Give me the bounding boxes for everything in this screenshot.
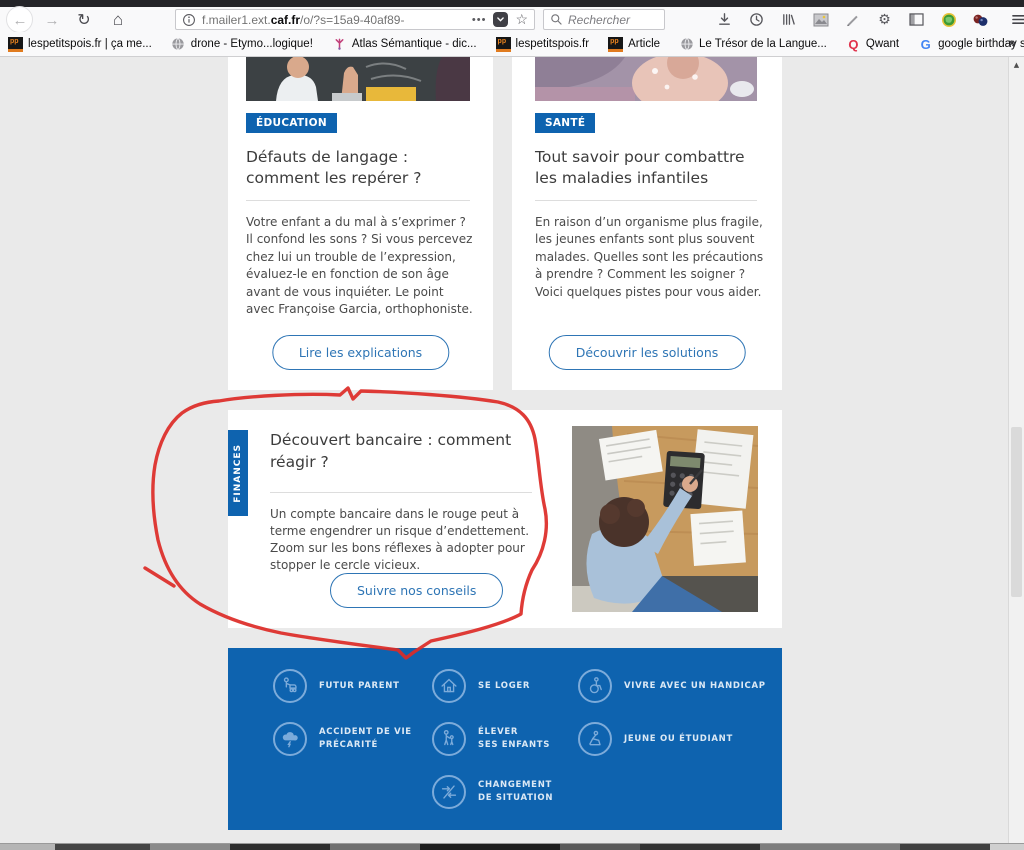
reload-button[interactable]: ↻ (74, 10, 94, 30)
url-domain: caf.fr (271, 13, 300, 27)
article-title: Tout savoir pour combattre les maladies … (535, 147, 745, 189)
bookmark-item[interactable]: lespetitspois.fr (496, 37, 590, 52)
globe-extension-icon[interactable] (940, 11, 957, 28)
article-body: Votre enfant a du mal à s’exprimer ? Il … (246, 214, 473, 318)
bookmark-label: Le Trésor de la Langue... (699, 38, 827, 50)
page-actions-icon[interactable]: ••• (472, 14, 487, 26)
gear-extension-icon[interactable]: ⚙ (876, 11, 893, 28)
footer-item-label: SE LOGER (478, 680, 530, 693)
footer-item-label: ÉLEVER SES ENFANTS (478, 726, 550, 752)
library-icon[interactable] (780, 11, 797, 28)
finances-tab: FINANCES (228, 430, 248, 516)
footer-item-accident[interactable]: ACCIDENT DE VIE PRÉCARITÉ (273, 722, 412, 756)
sidebar-toggle-icon[interactable] (908, 11, 925, 28)
footer-item-label: VIVRE AVEC UN HANDICAP (624, 680, 766, 693)
bookmark-label: drone - Etymo...logique! (191, 38, 313, 50)
download-icon[interactable] (716, 11, 733, 28)
colored-balls-extension-icon[interactable] (972, 11, 989, 28)
footer-item-label: FUTUR PARENT (319, 680, 400, 693)
bookmark-label: Qwant (866, 38, 899, 50)
classroom-photo (246, 57, 470, 101)
pocket-icon[interactable] (493, 12, 508, 27)
url-path: /o/?s=15a9-40af89- (300, 13, 404, 27)
house-icon (432, 669, 466, 703)
category-badge: SANTÉ (535, 113, 595, 133)
parent-child-icon (432, 722, 466, 756)
home-button[interactable]: ⌂ (108, 10, 128, 30)
themes-footer: FUTUR PARENT SE LOGER VIVRE AVEC UN HAND… (228, 648, 782, 830)
article-favicon (608, 37, 623, 52)
footer-item-label: CHANGEMENT DE SITUATION (478, 779, 553, 805)
screenshot-extension-icon[interactable] (812, 11, 829, 28)
lespetitspois-favicon (8, 37, 23, 52)
bookmark-star-icon[interactable]: ☆ (515, 11, 528, 28)
bookmark-item[interactable]: lespetitspois.fr | ça me... (8, 37, 152, 52)
bookmark-item[interactable]: Qwant (846, 37, 899, 52)
globe-favicon (679, 37, 694, 52)
budget-calculator-photo (572, 426, 758, 612)
vertical-scrollbar[interactable]: ▲ (1008, 57, 1024, 843)
article-title: Défauts de langage : comment les repérer… (246, 147, 421, 189)
footer-item-label: ACCIDENT DE VIE PRÉCARITÉ (319, 726, 412, 752)
bookmark-label: lespetitspois.fr | ça me... (28, 38, 152, 50)
scrollbar-thumb[interactable] (1011, 427, 1022, 597)
article-card-sante: SANTÉ Tout savoir pour combattre les mal… (512, 57, 782, 390)
article-card-finances: FINANCES Découvert bancaire : comment ré… (228, 410, 782, 628)
stroller-icon (273, 669, 307, 703)
footer-item-jeune[interactable]: JEUNE OU ÉTUDIANT (578, 722, 733, 756)
google-favicon (918, 37, 933, 52)
bookmarks-overflow-chevron[interactable]: » (1008, 34, 1016, 50)
divider (246, 200, 470, 201)
discover-solutions-button[interactable]: Découvrir les solutions (549, 335, 746, 370)
bookmark-item[interactable]: Le Trésor de la Langue... (679, 37, 827, 52)
swap-arrows-icon (432, 775, 466, 809)
footer-item-label: JEUNE OU ÉTUDIANT (624, 733, 733, 746)
follow-advice-button[interactable]: Suivre nos conseils (330, 573, 503, 608)
search-input[interactable]: Rechercher (543, 9, 665, 30)
wheelchair-icon (578, 669, 612, 703)
category-badge: ÉDUCATION (246, 113, 337, 133)
footer-item-changement[interactable]: CHANGEMENT DE SITUATION (432, 775, 553, 809)
article-card-education: ÉDUCATION Défauts de langage : comment l… (228, 57, 493, 390)
footer-item-futur-parent[interactable]: FUTUR PARENT (273, 669, 400, 703)
article-body: Un compte bancaire dans le rouge peut à … (270, 506, 529, 574)
article-body: En raison d’un organisme plus fragile, l… (535, 214, 763, 301)
menu-hamburger-icon[interactable] (1010, 11, 1024, 28)
bookmark-item[interactable]: Article (608, 37, 660, 52)
search-placeholder: Rechercher (568, 13, 630, 27)
url-bar[interactable]: f.mailer1.ext.caf.fr/o/?s=15a9-40af89- •… (175, 9, 535, 30)
window-tab-strip (0, 0, 1024, 7)
history-clock-icon[interactable] (748, 11, 765, 28)
divider (270, 492, 532, 493)
qwant-favicon (846, 37, 861, 52)
search-icon (550, 13, 563, 26)
atlas-favicon (332, 37, 347, 52)
bookmark-label: Atlas Sémantique - dic... (352, 38, 477, 50)
article-title: Découvert bancaire : comment réagir ? (270, 430, 511, 473)
back-button[interactable]: ← (10, 10, 30, 30)
lespetitspois-favicon (496, 37, 511, 52)
footer-item-handicap[interactable]: VIVRE AVEC UN HANDICAP (578, 669, 766, 703)
baby-bath-photo (535, 57, 757, 101)
pen-extension-icon[interactable] (844, 11, 861, 28)
globe-favicon (171, 37, 186, 52)
bookmark-label: lespetitspois.fr (516, 38, 590, 50)
forward-button[interactable]: → (42, 10, 62, 30)
footer-item-se-loger[interactable]: SE LOGER (432, 669, 530, 703)
bookmarks-bar: lespetitspois.fr | ça me... drone - Etym… (0, 32, 1024, 57)
browser-toolbar: ← → ↻ ⌂ f.mailer1.ext.caf.fr/o/?s=15a9-4… (0, 7, 1024, 32)
scroll-up-arrow[interactable]: ▲ (1009, 61, 1024, 69)
bookmark-item[interactable]: Atlas Sémantique - dic... (332, 37, 477, 52)
bookmark-item[interactable]: drone - Etymo...logique! (171, 37, 313, 52)
footer-item-elever[interactable]: ÉLEVER SES ENFANTS (432, 722, 550, 756)
read-explanations-button[interactable]: Lire les explications (272, 335, 449, 370)
background-window-strip (0, 843, 1024, 850)
student-icon (578, 722, 612, 756)
bookmark-label: Article (628, 38, 660, 50)
storm-cloud-icon (273, 722, 307, 756)
url-prefix: f.mailer1.ext. (202, 13, 271, 27)
page-viewport: ÉDUCATION Défauts de langage : comment l… (0, 57, 1008, 843)
site-info-icon[interactable] (182, 13, 196, 27)
divider (535, 200, 757, 201)
